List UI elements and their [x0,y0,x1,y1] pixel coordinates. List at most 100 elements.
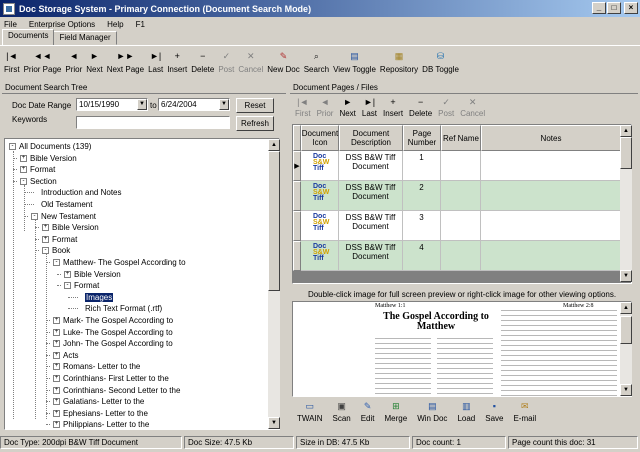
reset-button[interactable]: Reset [236,98,274,113]
cell-notes[interactable] [481,181,621,211]
column-header-document-icon[interactable]: Document Icon [301,125,339,151]
cell-page[interactable]: 3 [403,211,441,241]
pages-post-button[interactable]: ✓ Post [435,96,457,120]
toolbar-new-doc-button[interactable]: ✎ New Doc [265,50,301,80]
cell-page[interactable]: 2 [403,181,441,211]
image-save-button[interactable]: ▪ Save [480,400,508,426]
expand-icon[interactable]: + [53,386,60,394]
chevron-down-icon[interactable]: ▼ [219,99,229,110]
collapse-icon[interactable]: - [20,177,27,185]
scroll-down-icon[interactable]: ▼ [268,417,280,429]
cell-ref[interactable] [441,241,481,271]
keywords-input[interactable] [76,116,230,129]
expand-icon[interactable]: + [53,328,60,336]
menu-help[interactable]: Help [107,20,123,29]
row-selector[interactable] [293,241,301,271]
scroll-down-icon[interactable]: ▼ [620,384,632,396]
tree-item[interactable]: Introduction and Notes [41,187,122,198]
tab-documents[interactable]: Documents [2,29,55,45]
menu-file[interactable]: File [4,20,17,29]
menu-f1[interactable]: F1 [136,20,145,29]
tree-item[interactable]: Ephesians- Letter to the [63,408,148,419]
expand-icon[interactable]: + [53,409,60,417]
tree-scroll-thumb[interactable] [268,151,280,291]
scroll-up-icon[interactable]: ▲ [268,139,280,151]
minimize-button[interactable]: _ [592,2,606,14]
expand-icon[interactable]: + [20,166,27,174]
chevron-down-icon[interactable]: ▼ [137,99,147,110]
toolbar-insert-button[interactable]: + Insert [165,50,189,80]
image-preview[interactable]: Matthew 1:1 Matthew 2:8 The Gospel Accor… [292,301,632,397]
toolbar-last-button[interactable]: ►| Last [146,50,165,80]
tree-item[interactable]: Format [30,164,55,175]
tree-item[interactable]: Romans- Letter to the [63,361,140,372]
toolbar-next-button[interactable]: ► Next [84,50,104,80]
tree-item[interactable]: Bible Version [74,269,121,280]
date-from-field[interactable]: 10/15/1990 ▼ [76,98,148,111]
pages-next-button[interactable]: ► Next [336,96,358,120]
tree-item[interactable]: Old Testament [41,199,92,210]
expand-icon[interactable]: + [53,375,60,382]
toolbar-view-toggle-button[interactable]: ▤ View Toggle [331,50,378,80]
date-to-field[interactable]: 6/24/2004 ▼ [158,98,230,111]
tree-scrollbar[interactable]: ▲ ▼ [268,139,280,429]
tree-item[interactable]: Mark- The Gospel According to [63,315,173,326]
expand-icon[interactable]: + [53,398,60,406]
cell-description[interactable]: DSS B&W Tiff Document [339,151,403,181]
document-icon-cell[interactable]: Doc S&W Tiff [301,151,339,181]
cell-description[interactable]: DSS B&W Tiff Document [339,241,403,271]
tree-item[interactable]: Section [30,176,57,187]
cell-page[interactable]: 1 [403,151,441,181]
expand-icon[interactable]: + [42,224,49,232]
cell-description[interactable]: DSS B&W Tiff Document [339,211,403,241]
cell-ref[interactable] [441,151,481,181]
tree-item[interactable]: Book [52,245,70,256]
collapse-icon[interactable]: - [64,282,71,290]
preview-scroll-thumb[interactable] [620,316,632,344]
toolbar-db-toggle-button[interactable]: ⛁ DB Toggle [420,50,461,80]
expand-icon[interactable]: + [53,340,60,348]
tab-field-manager[interactable]: Field Manager [53,31,117,45]
page-image[interactable]: Matthew 1:1 Matthew 2:8 The Gospel Accor… [303,302,625,396]
row-selector[interactable]: ▶ [293,151,301,181]
column-header-ref-name[interactable]: Ref Name [441,125,481,151]
image-load-button[interactable]: ▥ Load [452,400,480,426]
scroll-down-icon[interactable]: ▼ [620,270,632,282]
cell-notes[interactable] [481,241,621,271]
expand-icon[interactable]: + [42,235,49,243]
document-tree[interactable]: - All Documents (139) + Bible Version + Forma… [4,138,280,430]
tree-item[interactable]: Corinthians- Second Letter to the [63,385,180,396]
tree-item[interactable]: All Documents (139) [19,141,91,152]
pages-cancel-button[interactable]: ✕ Cancel [457,96,488,120]
tree-item[interactable]: Format [74,280,99,291]
toolbar-search-button[interactable]: ⌕ Search [302,50,331,80]
image-twain-button[interactable]: ▭ TWAIN [292,400,327,426]
image-e-mail-button[interactable]: ✉ E-mail [508,400,541,426]
refresh-button[interactable]: Refresh [236,116,274,131]
expand-icon[interactable]: + [64,270,71,278]
pages-prior-button[interactable]: ◄ Prior [314,96,337,120]
expand-icon[interactable]: + [53,363,60,371]
tree-item[interactable]: Luke- The Gospel According to [63,327,173,338]
row-selector[interactable] [293,181,301,211]
cell-notes[interactable] [481,211,621,241]
cell-page[interactable]: 4 [403,241,441,271]
document-icon-cell[interactable]: Doc S&W Tiff [301,241,339,271]
tree-item[interactable]: Bible Version [30,153,77,164]
image-merge-button[interactable]: ⊞ Merge [380,400,413,426]
collapse-icon[interactable]: - [53,259,60,266]
expand-icon[interactable]: + [20,154,27,162]
menu-enterprise-options[interactable]: Enterprise Options [29,20,95,29]
cell-description[interactable]: DSS B&W Tiff Document [339,181,403,211]
pages-last-button[interactable]: ►| Last [359,96,380,120]
scroll-up-icon[interactable]: ▲ [620,302,632,314]
cell-ref[interactable] [441,181,481,211]
toolbar-first-button[interactable]: |◄ First [2,50,22,80]
toolbar-prior-page-button[interactable]: ◄◄ Prior Page [22,50,64,80]
image-win-doc-button[interactable]: ▤ Win Doc [412,400,452,426]
pages-insert-button[interactable]: + Insert [380,96,406,120]
preview-scrollbar[interactable]: ▲ ▼ [620,302,632,396]
toolbar-next-page-button[interactable]: ►► Next Page [105,50,146,80]
close-button[interactable]: × [624,2,638,14]
pages-first-button[interactable]: |◄ First [292,96,314,120]
